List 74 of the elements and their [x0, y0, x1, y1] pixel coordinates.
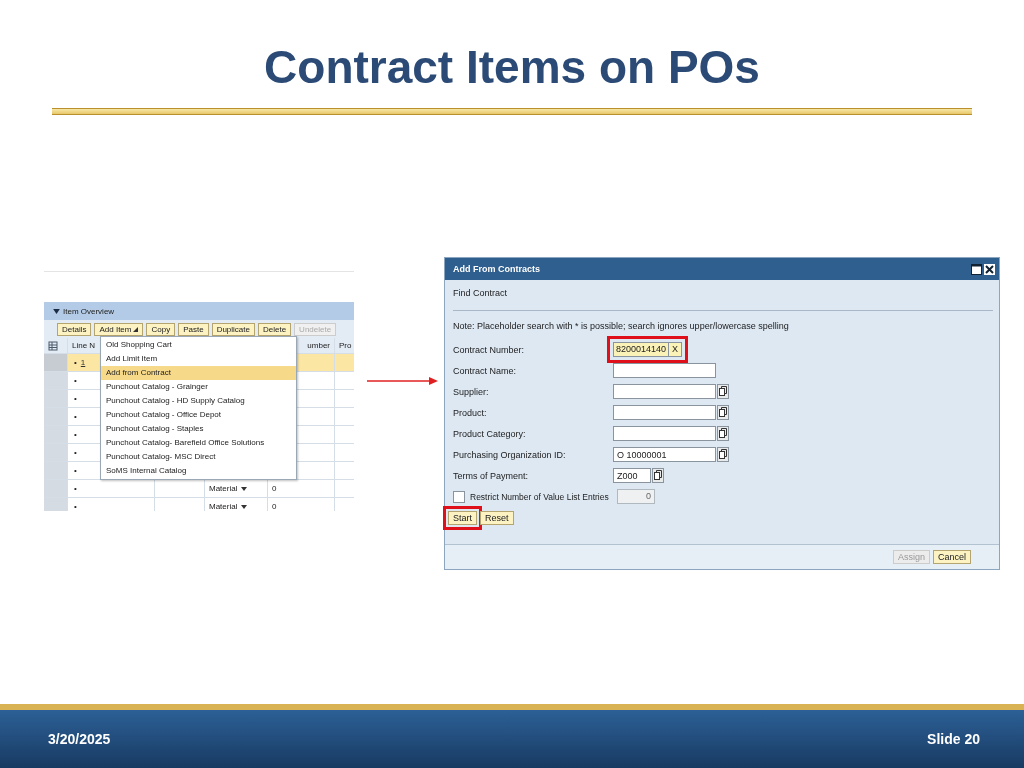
slide-date: 3/20/2025: [48, 731, 111, 747]
dialog-title: Add From Contracts: [453, 264, 540, 274]
table-cell: 0: [272, 484, 277, 493]
dropdown-caret-icon[interactable]: [241, 504, 248, 509]
field-label: Supplier:: [453, 386, 490, 397]
caret-icon: [133, 326, 139, 332]
row-bullet: •: [73, 412, 77, 421]
menu-item[interactable]: Punchout Catalog- MSC Direct: [101, 450, 296, 464]
field-label: Terms of Payment:: [453, 470, 530, 481]
clear-button[interactable]: X: [669, 342, 683, 357]
menu-item[interactable]: Punchout Catalog - Grainger: [101, 380, 296, 394]
field-label: Product:: [453, 407, 488, 418]
input-field[interactable]: O 10000001: [613, 447, 716, 462]
field-label: Contract Name:: [453, 365, 518, 376]
row-bullet: •: [73, 466, 77, 475]
table-row[interactable]: • Material 0: [44, 498, 354, 511]
toolbar-button[interactable]: Details: [57, 322, 92, 336]
checkbox-label: Restrict Number of Value List Entries: [470, 491, 610, 502]
menu-item[interactable]: SoMS Internal Catalog: [101, 464, 296, 478]
note-text: Note: Placeholder search with * is possible; search ignores upper/lowercase spelling: [453, 321, 790, 333]
value-help-icon[interactable]: [717, 384, 729, 399]
dialog-button[interactable]: Reset: [480, 511, 514, 525]
close-icon[interactable]: [984, 263, 995, 275]
input-field[interactable]: [613, 363, 716, 378]
slide-number: Slide 20: [927, 731, 980, 747]
toolbar-button[interactable]: Delete: [258, 322, 292, 336]
row-bullet: •: [73, 502, 77, 511]
menu-item[interactable]: Punchout Catalog - Staples: [101, 422, 296, 436]
slide-title: Contract Items on POs: [264, 40, 760, 95]
field-label: Product Category:: [453, 428, 527, 439]
maximize-icon[interactable]: [971, 263, 982, 275]
menu-item[interactable]: Punchout Catalog- Barefield Office Solutions: [101, 436, 296, 450]
table-cell: Material: [209, 484, 238, 493]
collapse-triangle-icon[interactable]: [53, 308, 60, 314]
toolbar-button[interactable]: Paste: [178, 322, 209, 336]
input-field[interactable]: [613, 405, 716, 420]
value-help-icon[interactable]: [652, 468, 664, 483]
menu-item[interactable]: Add Limit Item: [101, 352, 296, 366]
column-header: umber: [307, 341, 330, 350]
field-label: Purchasing Organization ID:: [453, 449, 567, 460]
input-field[interactable]: [613, 426, 716, 441]
section-title: Find Contract: [453, 288, 509, 300]
footer-button[interactable]: Cancel: [933, 550, 971, 564]
dropdown-caret-icon[interactable]: [241, 486, 248, 491]
row-bullet: •: [73, 376, 77, 385]
table-cell: Material: [209, 502, 238, 511]
section-title: Item Overview: [63, 306, 115, 316]
input-field[interactable]: [613, 384, 716, 399]
toolbar-button[interactable]: Duplicate: [211, 322, 255, 336]
menu-item[interactable]: Add from Contract: [101, 366, 296, 380]
toolbar-button[interactable]: Add Item: [94, 322, 144, 336]
pointer-arrow: [367, 376, 439, 386]
field-label: Contract Number:: [453, 344, 526, 355]
row-bullet: •: [73, 394, 77, 403]
menu-item[interactable]: Punchout Catalog - Office Depot: [101, 408, 296, 422]
number-field[interactable]: 0: [617, 489, 655, 504]
value-help-icon[interactable]: [717, 447, 729, 462]
row-bullet: •: [73, 448, 77, 457]
table-row[interactable]: • Material 0: [44, 480, 354, 498]
row-bullet: •: [73, 358, 77, 367]
row-bullet: •: [73, 430, 77, 439]
input-field[interactable]: Z000: [613, 468, 651, 483]
table-cell: 0: [272, 502, 277, 511]
value-help-icon[interactable]: [717, 426, 729, 441]
line-link[interactable]: 1: [80, 358, 86, 367]
checkbox[interactable]: [453, 490, 465, 503]
table-settings-icon[interactable]: [48, 340, 58, 351]
row-bullet: •: [73, 484, 77, 493]
column-header: Line N: [72, 341, 96, 350]
toolbar-button[interactable]: Copy: [146, 322, 176, 336]
value-help-icon[interactable]: [717, 405, 729, 420]
menu-item[interactable]: Punchout Catalog - HD Supply Catalog: [101, 394, 296, 408]
menu-item[interactable]: Old Shopping Cart: [101, 338, 296, 352]
column-header: Pro: [339, 341, 352, 350]
